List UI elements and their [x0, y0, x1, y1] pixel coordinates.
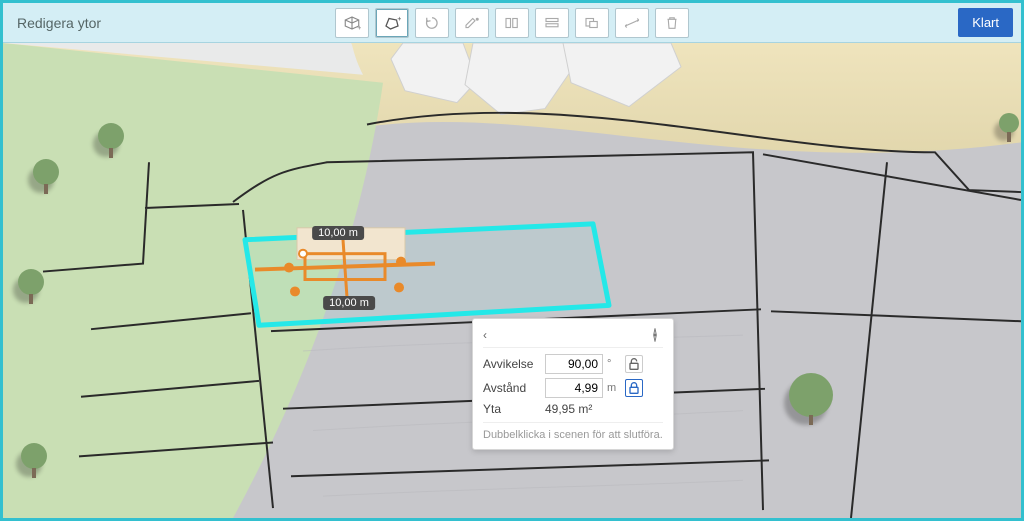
svg-text:+: + [357, 22, 361, 30]
overlap-icon [583, 15, 601, 31]
stack-icon [543, 15, 561, 31]
align-tool[interactable] [495, 8, 529, 38]
rotate-tool[interactable] [415, 8, 449, 38]
scene-view[interactable]: 10,00 m 10,00 m ‹ Avvikelse ° [3, 43, 1021, 518]
page-title: Redigera ytor [17, 15, 101, 31]
add-shape-tool[interactable]: + [335, 8, 369, 38]
edit-pencil-icon [463, 15, 481, 31]
rotate-icon [423, 15, 441, 31]
deviation-label: Avvikelse [483, 357, 541, 371]
area-value: 49,95 m² [545, 402, 663, 416]
cube-plus-icon: + [343, 15, 361, 31]
compass-icon[interactable] [647, 327, 663, 343]
distance-unit: m [607, 382, 621, 394]
measure-tool[interactable] [615, 8, 649, 38]
measure-bottom-label: 10,00 m [323, 296, 375, 310]
tree-icon [18, 269, 44, 295]
svg-text:+: + [397, 15, 401, 23]
properties-panel: ‹ Avvikelse ° Avstånd m [472, 318, 674, 450]
tree-icon [33, 159, 59, 185]
align-panels-icon [503, 15, 521, 31]
tree-icon [999, 113, 1019, 133]
tree-icon [789, 373, 833, 417]
measure-top-label: 10,00 m [312, 226, 364, 240]
duplicate-tool[interactable] [575, 8, 609, 38]
distance-lock-icon[interactable] [625, 379, 643, 397]
freehand-tool[interactable]: + [375, 8, 409, 38]
area-label: Yta [483, 402, 541, 416]
done-button[interactable]: Klart [958, 8, 1013, 37]
toolbar: + + [335, 8, 689, 38]
app-frame: Redigera ytor + + [0, 0, 1024, 521]
tree-icon [21, 443, 47, 469]
delete-tool[interactable] [655, 8, 689, 38]
deviation-unit: ° [607, 358, 621, 370]
edit-vertex-tool[interactable] [455, 8, 489, 38]
distance-input[interactable] [545, 378, 603, 398]
deviation-input[interactable] [545, 354, 603, 374]
top-bar: Redigera ytor + + [3, 3, 1021, 43]
tree-icon [98, 123, 124, 149]
deviation-lock-icon[interactable] [625, 355, 643, 373]
back-icon[interactable]: ‹ [483, 328, 487, 342]
trash-icon [663, 15, 681, 31]
panel-header: ‹ [483, 327, 663, 348]
polygon-plus-icon: + [383, 15, 401, 31]
dimension-icon [623, 15, 641, 31]
panel-hint: Dubbelklicka i scenen för att slutföra. [483, 422, 663, 441]
distribute-tool[interactable] [535, 8, 569, 38]
distance-label: Avstånd [483, 381, 541, 395]
